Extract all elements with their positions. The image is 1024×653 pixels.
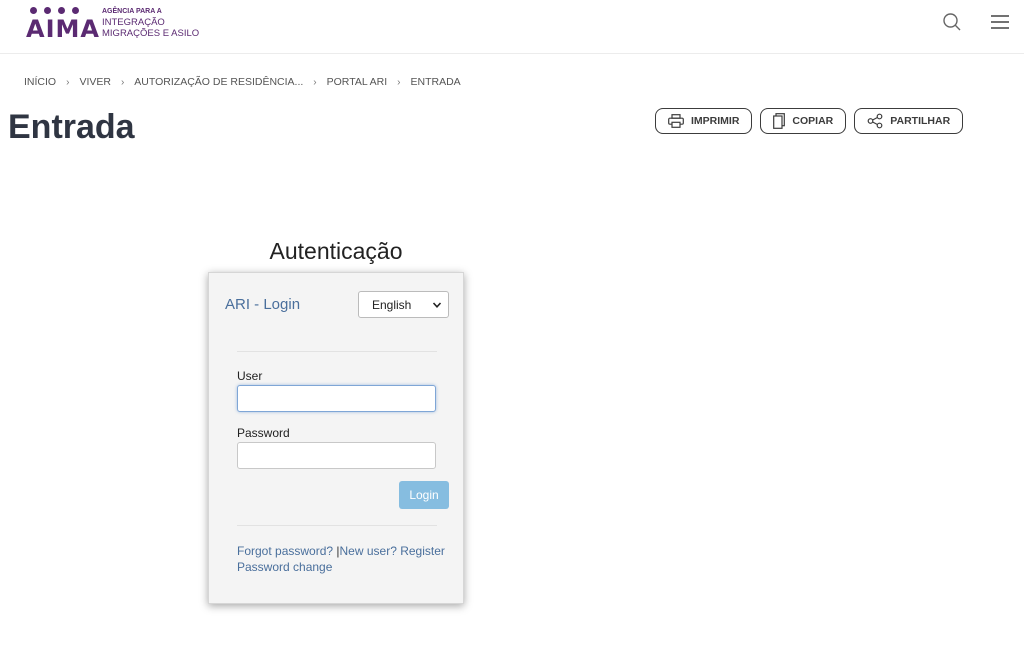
share-icon [867,113,883,129]
logo-text: AGÊNCIA PARA A INTEGRAÇÃO MIGRAÇÕES E AS… [102,6,199,39]
share-button-label: PARTILHAR [890,115,951,127]
search-icon[interactable] [942,12,962,32]
logo-word: AIMA [26,15,100,43]
breadcrumb: INÍCIO › VIVER › AUTORIZAÇÃO DE RESIDÊNC… [24,76,461,88]
login-panel: ARI - Login English User Password Login … [208,272,464,604]
print-button-label: IMPRIMIR [691,115,740,127]
breadcrumb-autorizacao[interactable]: AUTORIZAÇÃO DE RESIDÊNCIA... [134,76,303,88]
logo-line-3: MIGRAÇÕES E ASILO [102,28,200,39]
login-links: Forgot password? |New user? Register Pas… [237,543,445,575]
site-header: AIMA AGÊNCIA PARA A INTEGRAÇÃO MIGRAÇÕES… [0,0,1024,54]
printer-icon [668,114,684,128]
login-button[interactable]: Login [399,481,449,509]
panel-divider-top [237,351,437,352]
login-panel-title: ARI - Login [225,296,301,313]
language-select-value: English [372,297,412,312]
page-title: Entrada [8,108,135,146]
aima-logo[interactable]: AIMA AGÊNCIA PARA A INTEGRAÇÃO MIGRAÇÕES… [26,5,199,43]
breadcrumb-separator-icon: › [66,76,70,88]
register-link[interactable]: New user? Register [340,544,445,558]
auth-heading: Autenticação [269,238,403,264]
breadcrumb-separator-icon: › [313,76,317,88]
password-input[interactable] [237,442,436,469]
forgot-password-link[interactable]: Forgot password? [237,544,333,558]
breadcrumb-entrada: ENTRADA [410,76,461,88]
share-button[interactable]: PARTILHAR [854,108,964,134]
panel-divider-bottom [237,525,437,526]
chevron-down-icon [432,302,442,308]
logo-line-1: AGÊNCIA PARA A [102,8,162,15]
user-label: User [237,369,263,383]
hamburger-menu-icon[interactable] [990,12,1010,32]
copy-icon [773,113,786,129]
breadcrumb-inicio[interactable]: INÍCIO [24,76,56,88]
copy-button-label: COPIAR [792,115,834,127]
breadcrumb-viver[interactable]: VIVER [79,76,111,88]
breadcrumb-separator-icon: › [120,76,125,88]
logo-mark: AIMA [26,5,99,43]
page-actions: IMPRIMIR COPIAR PARTILHAR [655,108,964,134]
password-change-link[interactable]: Password change [237,559,445,575]
print-button[interactable]: IMPRIMIR [655,108,753,134]
user-input[interactable] [237,385,436,412]
breadcrumb-portal-ari[interactable]: PORTAL ARI [327,76,388,88]
password-label: Password [237,426,290,440]
language-select[interactable]: English [358,291,449,318]
logo-line-2: INTEGRAÇÃO [102,17,165,28]
copy-button[interactable]: COPIAR [760,108,847,134]
logo-dots [30,7,79,14]
breadcrumb-separator-icon: › [397,76,401,88]
